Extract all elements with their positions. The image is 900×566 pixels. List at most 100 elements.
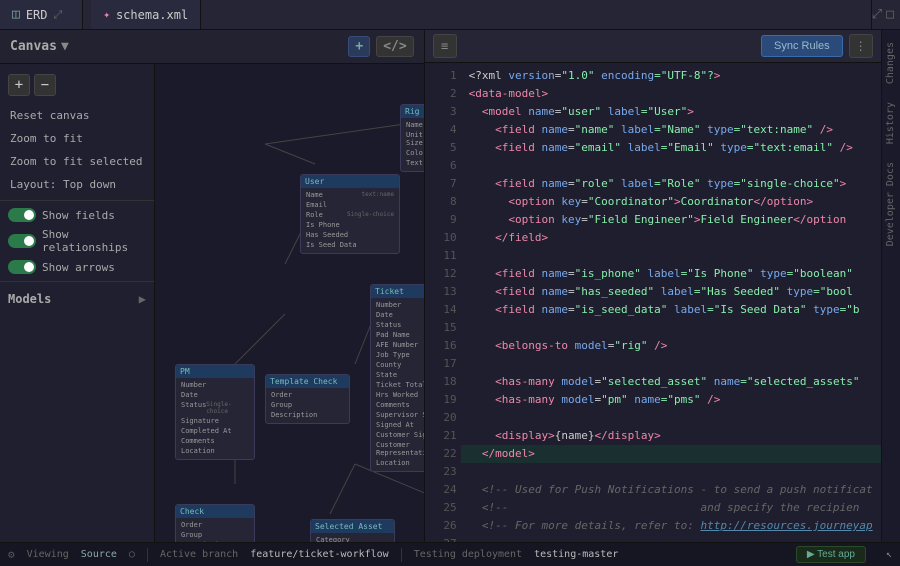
right-sidebar: Changes History Developer Docs [881, 30, 900, 542]
left-panel: Canvas ▼ + </> + − Reset canvas Zoom to … [0, 30, 425, 542]
user-row-phone: Is Phone [304, 220, 396, 230]
code-line-5: <field name="email" label="Email" type="… [461, 139, 881, 157]
zoom-out-btn[interactable]: − [34, 74, 56, 96]
history-tab[interactable]: History [883, 94, 898, 152]
rig-row-textcolor: Text Color [404, 158, 424, 168]
line-numbers: 1234567891011121314151617181920212223242… [425, 63, 461, 542]
canvas-title: Canvas [10, 39, 57, 54]
sync-rules-button[interactable]: Sync Rules [761, 35, 843, 57]
ticket-row-afe: AFE Number [374, 340, 424, 350]
code-line-17 [461, 355, 881, 373]
code-line-20 [461, 409, 881, 427]
code-line-21: <display>{name}</display> [461, 427, 881, 445]
expand-icon: ⤢ [54, 8, 63, 22]
pm-node[interactable]: PM Number Date StatusSingle-choice Signa… [175, 364, 255, 460]
code-line-12: <field name="is_phone" label="Is Phone" … [461, 265, 881, 283]
ticket-row-location: Location [374, 458, 424, 468]
models-expand[interactable]: ▶ [139, 292, 146, 306]
testing-label: Testing deployment [414, 549, 522, 560]
pm-row-location: Location [179, 446, 251, 456]
user-node[interactable]: User Nametext:name Email RoleSingle-choi… [300, 174, 400, 254]
code-editor: 1234567891011121314151617181920212223242… [425, 63, 881, 542]
pm-row-date: Date [179, 390, 251, 400]
ticket-row-supSig: Supervisor Signature [374, 410, 424, 420]
ticket-row-status: Status [374, 320, 424, 330]
cursor-icon: ↖ [886, 549, 892, 560]
canvas-arrow: ▼ [61, 39, 69, 54]
code-line-23 [461, 463, 881, 481]
add-node-btn[interactable]: + [348, 36, 370, 57]
toolbar-icon-btn1[interactable]: ≡ [433, 34, 457, 58]
user-row-role: RoleSingle-choice [304, 210, 396, 220]
title-bar: ◫ ERD ⤢ ✦ schema.xml ⤢ □ [0, 0, 900, 30]
layout-btn[interactable]: Layout: Top down [0, 173, 154, 196]
source-label: Source [81, 549, 117, 560]
check-desc: Description [179, 540, 251, 542]
code-line-24: <!-- Used for Push Notifications - to se… [461, 481, 881, 499]
viewing-label: Viewing [27, 549, 69, 560]
expand-btn[interactable]: ⤢ [872, 7, 882, 22]
models-header: Models ▶ [0, 286, 154, 312]
code-line-25: <!-- and specify the recipien [461, 499, 881, 517]
code-line-2: <data-model> [461, 85, 881, 103]
show-relationships-toggle[interactable] [8, 234, 36, 248]
changes-tab[interactable]: Changes [883, 34, 898, 92]
source-spinner: ○ [129, 549, 135, 560]
zoom-to-fit-selected-btn[interactable]: Zoom to fit selected [0, 150, 154, 173]
zoom-in-btn[interactable]: + [8, 74, 30, 96]
reset-canvas-btn[interactable]: Reset canvas [0, 104, 154, 127]
separator2 [401, 548, 402, 562]
rig-row-name: Nametext:name [404, 120, 424, 130]
code-line-9: <option key="Field Engineer">Field Engin… [461, 211, 881, 229]
pm-node-header: PM [176, 365, 254, 378]
code-line-18: <has-many model="selected_asset" name="s… [461, 373, 881, 391]
right-toolbar: ≡ Sync Rules ⋮ [425, 30, 881, 63]
settings-icon[interactable]: ⚙ [8, 548, 15, 561]
title-bar-right: ✦ schema.xml [83, 0, 871, 29]
check-node-header: Check [176, 505, 254, 518]
schema-tab[interactable]: ✦ schema.xml [91, 0, 201, 29]
show-fields-toggle[interactable] [8, 208, 36, 222]
pm-row-sig: Signature [179, 416, 251, 426]
selected-asset-node[interactable]: Selected Asset Category Message Product … [310, 519, 395, 542]
show-relationships-toggle-row: Show relationships [0, 225, 154, 257]
erd-tab[interactable]: ◫ ERD ⤢ [0, 0, 83, 29]
main-content: Canvas ▼ + </> + − Reset canvas Zoom to … [0, 30, 900, 542]
toolbar-icon-btn2[interactable]: ⋮ [849, 34, 873, 58]
show-arrows-label: Show arrows [42, 261, 115, 274]
template-check-node[interactable]: Template Check Order Group Description [265, 374, 350, 424]
code-line-22: </model> [461, 445, 881, 463]
code-btn[interactable]: </> [376, 36, 413, 57]
ticket-node[interactable]: Ticket Number Date Status Pad Name AFE N… [370, 284, 424, 472]
user-row-email: Email [304, 200, 396, 210]
rig-row-unit: Unit SizeSingle-choice [404, 130, 424, 148]
show-arrows-toggle[interactable] [8, 260, 36, 274]
ticket-row-state: State [374, 370, 424, 380]
template-check-header: Template Check [266, 375, 349, 388]
ticket-row-hrsworked: Hrs Worked [374, 390, 424, 400]
play-icon: ▶ [807, 549, 817, 560]
code-content[interactable]: <?xml version="1.0" encoding="UTF-8"?><d… [461, 63, 881, 542]
ticket-row-county: County [374, 360, 424, 370]
show-fields-label: Show fields [42, 209, 115, 222]
code-line-6 [461, 157, 881, 175]
pm-row-completed: Completed At [179, 426, 251, 436]
code-line-4: <field name="name" label="Name" type="te… [461, 121, 881, 139]
maximize-btn[interactable]: □ [886, 7, 894, 22]
code-line-10: </field> [461, 229, 881, 247]
test-app-button[interactable]: ▶ Test app [796, 546, 866, 563]
bottom-bar: ⚙ Viewing Source ○ Active branch feature… [0, 542, 900, 566]
rig-node[interactable]: Rig Nametext:name Unit SizeSingle-choice… [400, 104, 424, 172]
tc-row-order: Order [269, 390, 346, 400]
divider2 [0, 281, 154, 282]
canvas-viewport[interactable]: Rig Nametext:name Unit SizeSingle-choice… [155, 64, 424, 542]
code-line-15 [461, 319, 881, 337]
code-line-13: <field name="has_seeded" label="Has Seed… [461, 283, 881, 301]
models-label: Models [8, 292, 51, 306]
check-node[interactable]: Check Order Group Description [175, 504, 255, 542]
ticket-row-pad: Pad Name [374, 330, 424, 340]
developer-docs-tab[interactable]: Developer Docs [883, 154, 898, 254]
ticket-row-date: Date [374, 310, 424, 320]
code-line-27 [461, 535, 881, 542]
zoom-to-fit-btn[interactable]: Zoom to fit [0, 127, 154, 150]
